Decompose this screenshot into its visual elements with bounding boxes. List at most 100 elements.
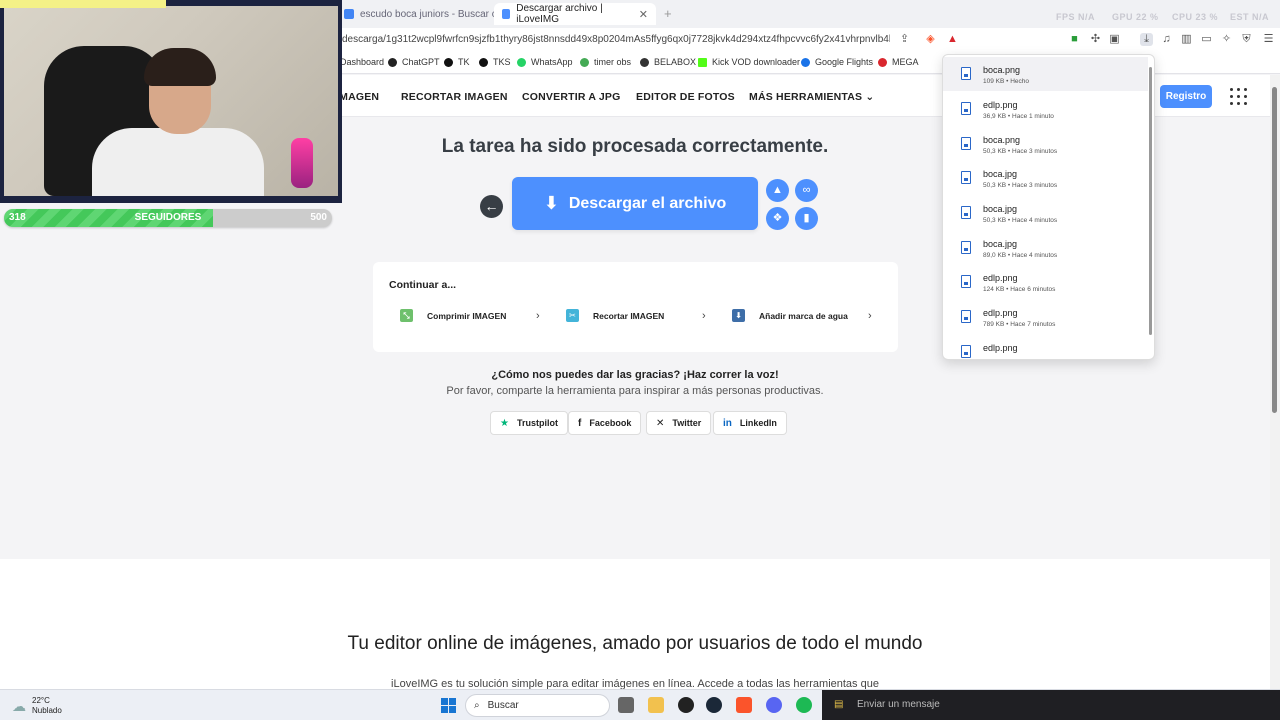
obs-icon[interactable] xyxy=(678,697,694,713)
file-icon xyxy=(961,67,971,80)
download-file-button[interactable]: ⬇ Descargar el archivo xyxy=(512,177,758,230)
link-icon[interactable]: ∞ xyxy=(795,179,818,202)
bookmark-tk[interactable]: TK xyxy=(444,57,470,67)
taskbar-search[interactable]: ⌕ Buscar xyxy=(465,694,610,717)
stream-chat-bar[interactable]: ▤ Enviar un mensaje xyxy=(822,690,1280,720)
screenshot-icon[interactable]: ▣ xyxy=(1108,33,1121,46)
download-item[interactable]: edlp.png 36,9 KB • Hace 1 minuto xyxy=(943,92,1148,126)
extension-icon[interactable]: ■ xyxy=(1068,33,1081,46)
windows-start-icon[interactable] xyxy=(441,698,456,713)
tab-label: Descargar archivo | iLoveIMG xyxy=(516,3,603,25)
file-explorer-icon[interactable] xyxy=(648,697,664,713)
dropbox-icon[interactable]: ❖ xyxy=(766,207,789,230)
nav-editor-fotos[interactable]: EDITOR DE FOTOS xyxy=(636,91,735,103)
perf-fps: FPS N/A xyxy=(1056,12,1096,22)
download-item[interactable]: boca.jpg 50,3 KB • Hace 4 minutos xyxy=(943,196,1148,230)
discord-icon[interactable] xyxy=(766,697,782,713)
bookmark-whatsapp[interactable]: WhatsApp xyxy=(517,57,573,67)
bookmark-mega[interactable]: MEGA xyxy=(878,57,919,67)
continue-compress-image[interactable]: ⤡ Comprimir IMAGEN xyxy=(400,309,506,322)
menu-icon[interactable]: ☰ xyxy=(1262,33,1275,46)
taskbar: ☁ 22°C Nublado ⌕ Buscar ▤ Enviar un mens… xyxy=(0,689,1280,720)
trash-icon[interactable]: ▮ xyxy=(795,207,818,230)
apps-grid-icon[interactable] xyxy=(1230,88,1247,105)
wallet-icon[interactable]: ▭ xyxy=(1200,33,1213,46)
download-item[interactable]: boca.jpg 89,0 KB • Hace 4 minutos xyxy=(943,231,1148,265)
music-icon[interactable]: ♫ xyxy=(1160,33,1173,46)
downloads-icon[interactable]: ⤓ xyxy=(1140,33,1153,46)
download-item[interactable]: edlp.png 124 KB • Hace 6 minutos xyxy=(943,265,1148,299)
brave-rewards-icon[interactable]: ▲ xyxy=(946,33,959,46)
puzzle-icon[interactable]: ✣ xyxy=(1089,33,1102,46)
download-item[interactable]: edlp.png xyxy=(943,335,1148,359)
tiktok-icon xyxy=(444,57,453,67)
register-button[interactable]: Registro xyxy=(1160,85,1212,108)
downloads-panel: boca.png 109 KB • Hecho edlp.png 36,9 KB •… xyxy=(942,54,1155,360)
download-item[interactable]: boca.png 109 KB • Hecho xyxy=(943,57,1148,91)
share-facebook-button[interactable]: f Facebook xyxy=(568,411,642,435)
iloveimg-icon xyxy=(502,9,511,19)
download-item[interactable]: boca.png 50,3 KB • Hace 3 minutos xyxy=(943,127,1148,161)
downloads-scrollbar[interactable] xyxy=(1149,67,1152,335)
bookmark-google-flights[interactable]: Google Flights xyxy=(801,57,873,67)
spotify-icon[interactable] xyxy=(796,697,812,713)
leo-ai-icon[interactable]: ✧ xyxy=(1220,33,1233,46)
scrollbar-thumb[interactable] xyxy=(1272,87,1277,413)
close-tab-icon[interactable]: ✕ xyxy=(639,8,648,21)
back-arrow-icon[interactable]: ← xyxy=(480,195,503,218)
nav-recortar-imagen[interactable]: RECORTAR IMAGEN xyxy=(401,91,508,103)
sidebar-icon[interactable]: ▥ xyxy=(1180,33,1193,46)
google-drive-icon[interactable]: ▲ xyxy=(766,179,789,202)
vpn-shield-icon[interactable]: ⛨ xyxy=(1240,33,1253,46)
mega-icon xyxy=(878,57,887,67)
timer-icon xyxy=(580,57,589,67)
star-icon: ★ xyxy=(500,417,509,429)
marketing-section: Tu editor online de imágenes, amado por … xyxy=(0,559,1270,689)
share-trustpilot-button[interactable]: ★ Trustpilot xyxy=(490,411,568,435)
tab-iloveimg[interactable]: Descargar archivo | iLoveIMG ✕ xyxy=(494,3,656,25)
file-icon xyxy=(961,275,971,288)
weather-widget[interactable]: ☁ 22°C Nublado xyxy=(12,696,62,716)
download-item[interactable]: boca.jpg 50,3 KB • Hace 3 minutos xyxy=(943,161,1148,195)
bookmark-timer-obs[interactable]: timer obs xyxy=(580,57,631,67)
followers-label: SEGUIDORES xyxy=(134,212,202,223)
chevron-right-icon: › xyxy=(702,310,706,322)
follower-goal-bar: 318 SEGUIDORES 500 xyxy=(4,209,332,227)
flight-icon xyxy=(801,57,810,67)
file-icon xyxy=(961,102,971,115)
share-linkedin-button[interactable]: in LinkedIn xyxy=(713,411,787,435)
share-icon[interactable]: ⇪ xyxy=(898,33,911,46)
share-twitter-button[interactable]: ✕ Twitter xyxy=(646,411,712,435)
continue-title: Continuar a... xyxy=(389,279,457,291)
bookmark-kick-vod[interactable]: Kick VOD downloader xyxy=(698,57,800,67)
task-view-icon[interactable] xyxy=(618,697,634,713)
url-field[interactable]: descarga/1g31t2wcpl9fwrfcn9sjzfb1thyry86… xyxy=(342,34,890,45)
bookmark-chatgpt[interactable]: ChatGPT xyxy=(388,57,440,67)
brave-shield-icon[interactable]: ◈ xyxy=(924,33,937,46)
continue-crop-image[interactable]: ✂ Recortar IMAGEN xyxy=(566,309,664,322)
perf-est: EST N/A xyxy=(1230,12,1270,22)
nav-convertir-jpg[interactable]: CONVERTIR A JPG xyxy=(522,91,620,103)
marketing-text: iLoveIMG es tu solución simple para edit… xyxy=(391,678,879,689)
page-scrollbar[interactable] xyxy=(1270,75,1280,689)
google-icon xyxy=(344,9,354,19)
nav-mas-herramientas[interactable]: MÁS HERRAMIENTAS ⌄ xyxy=(749,91,874,103)
file-icon xyxy=(961,137,971,150)
bookmark-belabox[interactable]: BELABOX xyxy=(640,57,696,67)
webcam-video xyxy=(4,6,338,196)
facebook-icon: f xyxy=(578,417,582,429)
continue-watermark[interactable]: ⬇ Añadir marca de agua xyxy=(732,309,848,322)
nav-imagen[interactable]: IMAGEN xyxy=(336,91,379,103)
continue-card: Continuar a... ⤡ Comprimir IMAGEN › ✂ Re… xyxy=(373,262,898,352)
brave-icon[interactable] xyxy=(736,697,752,713)
chat-input[interactable]: Enviar un mensaje xyxy=(857,699,940,710)
perf-cpu: CPU 23 % xyxy=(1172,12,1219,22)
bookmark-tks[interactable]: TKS xyxy=(479,57,511,67)
download-item[interactable]: edlp.png 789 KB • Hace 7 minutos xyxy=(943,300,1148,334)
share-title: ¿Cómo nos puedes dar las gracias? ¡Haz c… xyxy=(491,369,779,381)
steam-icon[interactable] xyxy=(706,697,722,713)
weather-temp: 22°C xyxy=(32,696,50,705)
chevron-right-icon: › xyxy=(868,310,872,322)
new-tab-button[interactable]: + xyxy=(664,6,672,21)
bookmark-dashboard[interactable]: Dashboard xyxy=(340,57,384,67)
